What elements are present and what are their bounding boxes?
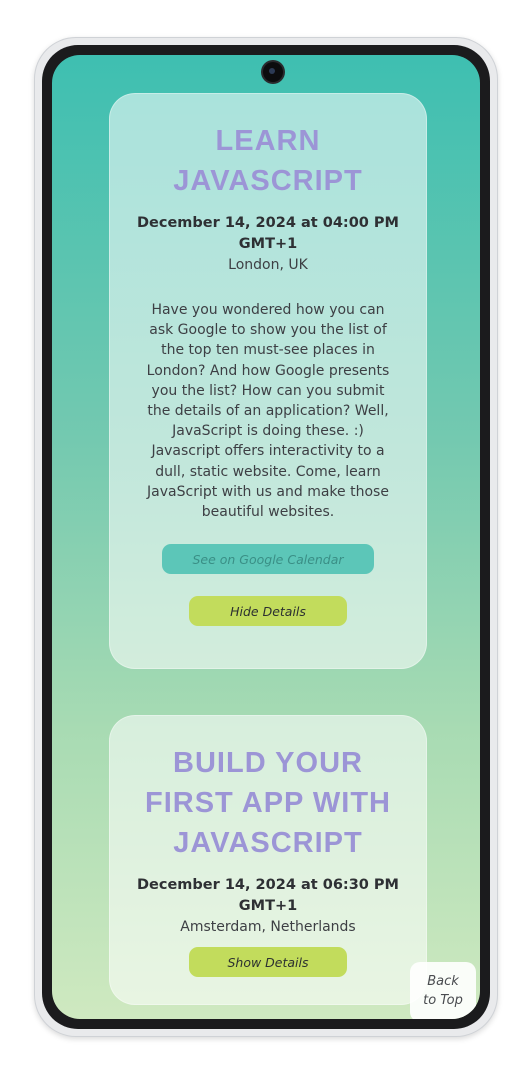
event-location: London, UK bbox=[228, 257, 308, 273]
event-datetime: December 14, 2024 at 04:00 PM GMT+1 bbox=[137, 215, 399, 252]
hide-details-button[interactable]: Hide Details bbox=[189, 596, 347, 627]
event-card-learn-javascript: LEARN JAVASCRIPT December 14, 2024 at 04… bbox=[109, 93, 427, 669]
event-location: Amsterdam, Netherlands bbox=[180, 919, 356, 935]
front-camera-icon bbox=[263, 62, 283, 82]
event-datetime: December 14, 2024 at 06:30 PM GMT+1 bbox=[137, 877, 399, 914]
app-screen: LEARN JAVASCRIPT December 14, 2024 at 04… bbox=[52, 55, 480, 1019]
google-calendar-button[interactable]: See on Google Calendar bbox=[162, 544, 374, 575]
phone-frame: LEARN JAVASCRIPT December 14, 2024 at 04… bbox=[34, 37, 498, 1037]
event-description: Have you wondered how you can ask Google… bbox=[146, 302, 390, 521]
back-to-top-button[interactable]: Back to Top bbox=[410, 962, 476, 1019]
event-title: BUILD YOUR FIRST APP WITH JAVASCRIPT bbox=[145, 747, 391, 859]
show-details-button[interactable]: Show Details bbox=[189, 947, 347, 977]
phone-bezel: LEARN JAVASCRIPT December 14, 2024 at 04… bbox=[42, 45, 490, 1029]
event-card-build-first-app: BUILD YOUR FIRST APP WITH JAVASCRIPT Dec… bbox=[109, 715, 427, 1005]
event-title: LEARN JAVASCRIPT bbox=[173, 125, 363, 197]
